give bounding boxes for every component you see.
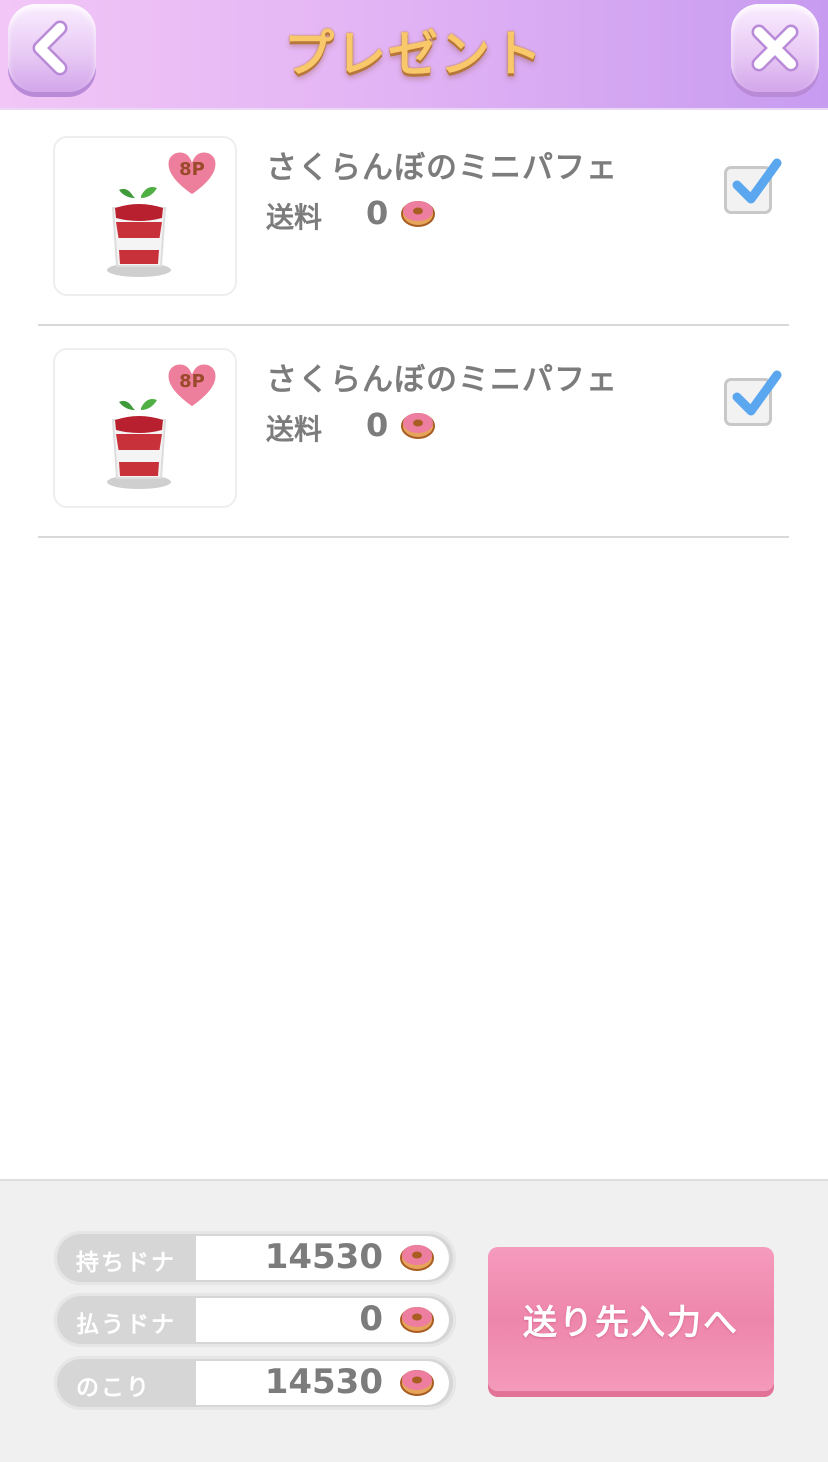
page-title: プレゼント [284,25,544,83]
item-checkbox[interactable] [724,370,782,426]
proceed-to-address-button[interactable]: 送り先入力へ [488,1247,774,1391]
shipping-fee-label: 送料 [266,413,323,446]
send-button-label: 送り先入力へ [523,1303,739,1343]
donut-icon [401,413,435,439]
row-value: 0 [359,1299,383,1339]
row-value: 14530 [264,1237,383,1277]
close-button[interactable] [731,4,819,92]
row-label: 払うドナ [76,1312,176,1338]
row-value-box: 14530 [196,1361,449,1405]
header-bar: プレゼント [0,0,828,110]
badge-text: 8P [179,159,205,180]
donut-icon [400,1245,434,1271]
item-thumbnail: 8P [53,136,237,296]
checkmark-icon [732,370,782,416]
row-value-box: 0 [196,1298,449,1342]
donut-icon [401,201,435,227]
row-value: 14530 [264,1362,383,1402]
donut-icon [400,1370,434,1396]
remaining-donuts-row: のこり 14530 [54,1356,456,1410]
item-thumbnail: 8P [53,348,237,508]
shipping-fee-label: 送料 [266,201,323,234]
item-name: さくらんぼのミニパフェ [266,150,618,186]
badge-text: 8P [179,371,205,392]
shipping-fee-value: 0 [366,406,389,444]
close-icon [751,24,799,72]
checkmark-icon [732,158,782,204]
points-badge-heart: 8P [165,150,219,198]
row-value-box: 14530 [196,1236,449,1280]
pay-donuts-row: 払うドナ 0 [54,1293,456,1347]
donut-icon [400,1307,434,1333]
gift-item: 8P さくらんぼのミニパフェ 送料 0 [38,112,789,326]
row-label: のこり [76,1375,151,1401]
gift-item: 8P さくらんぼのミニパフェ 送料 0 [38,324,789,538]
item-checkbox[interactable] [724,158,782,214]
shipping-fee-value: 0 [366,194,389,232]
row-label: 持ちドナ [76,1250,176,1276]
points-badge-heart: 8P [165,362,219,410]
owned-donuts-row: 持ちドナ 14530 [54,1231,456,1285]
item-name: さくらんぼのミニパフェ [266,362,618,398]
